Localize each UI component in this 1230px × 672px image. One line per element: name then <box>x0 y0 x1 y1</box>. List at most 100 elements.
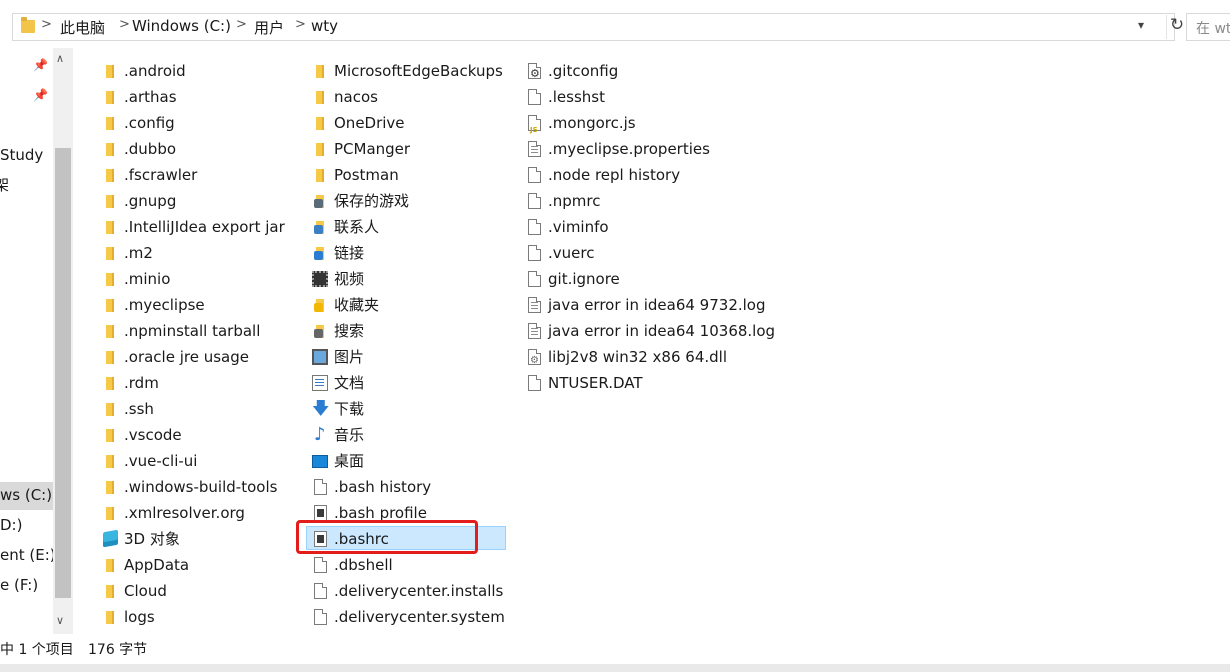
file-item-onedrive[interactable]: OneDrive <box>312 110 512 136</box>
file-item-cloud[interactable]: Cloud <box>102 578 302 604</box>
pin-icon[interactable]: 📌 <box>33 88 48 102</box>
address-box[interactable]: > 此电脑 > Windows (C:) > 用户 > wty ▾ ↻ <box>12 13 1184 41</box>
file-name: nacos <box>334 88 378 106</box>
folder-icon <box>102 271 118 287</box>
search-placeholder: 在 wty <box>1196 21 1230 37</box>
file-item-android[interactable]: .android <box>102 58 302 84</box>
file-name: .myeclipse <box>124 296 205 314</box>
pin-icon[interactable]: 📌 <box>33 58 48 72</box>
file-item-config[interactable]: .config <box>102 110 302 136</box>
file-item-logs[interactable]: logs <box>102 604 302 630</box>
folder-icon <box>102 219 118 235</box>
file-item-ssh[interactable]: .ssh <box>102 396 302 422</box>
file-item-dbshell[interactable]: .dbshell <box>312 552 512 578</box>
nav-item-partial[interactable]: 架 <box>0 174 9 195</box>
file-icon <box>528 219 541 235</box>
file-name: .rdm <box>124 374 159 392</box>
file-item-item-9[interactable]: 收藏夹 <box>312 292 512 318</box>
downloads-icon <box>312 396 329 422</box>
refresh-icon[interactable]: ↻ <box>1166 15 1187 39</box>
file-item-java-error-in-idea64-10368-log[interactable]: java error in idea64 10368.log <box>526 318 775 344</box>
file-name: .fscrawler <box>124 166 198 184</box>
file-item-ntuser-dat[interactable]: NTUSER.DAT <box>526 370 726 396</box>
chevron-right-icon[interactable]: > <box>236 17 247 32</box>
breadcrumb-this-pc[interactable]: 此电脑 <box>60 17 105 38</box>
file-item-xmlresolver-org[interactable]: .xmlresolver.org <box>102 500 302 526</box>
file-item-item-11[interactable]: 图片 <box>312 344 512 370</box>
file-item-minio[interactable]: .minio <box>102 266 302 292</box>
breadcrumb-drive-c[interactable]: Windows (C:) <box>132 17 231 35</box>
file-item-item-6[interactable]: 联系人 <box>312 214 512 240</box>
file-item-libj2v8-win32-x86-64-dll[interactable]: libj2v8 win32 x86 64.dll <box>526 344 727 374</box>
file-item-item-7[interactable]: 链接 <box>312 240 512 266</box>
file-name: MicrosoftEdgeBackups <box>334 62 503 80</box>
nav-item-drive-e[interactable]: ent (E:) <box>0 546 54 564</box>
navigation-pane: 📌 📌 Study 架 ws (C:) D:) ent (E:) e (F:) <box>0 48 54 634</box>
file-name: NTUSER.DAT <box>548 374 643 392</box>
file-item-microsoftedgebackups[interactable]: MicrosoftEdgeBackups <box>312 58 512 84</box>
file-item-item-10[interactable]: 搜索 <box>312 318 512 344</box>
file-item-item-13[interactable]: 下载 <box>312 396 512 422</box>
file-item-item-14[interactable]: 音乐 <box>312 422 512 448</box>
file-item-viminfo[interactable]: .viminfo <box>526 214 726 240</box>
folder-icon <box>102 297 118 313</box>
file-item-pcmanger[interactable]: PCManger <box>312 136 512 162</box>
file-icon <box>528 193 541 209</box>
file-item-gnupg[interactable]: .gnupg <box>102 188 302 214</box>
file-name: .xmlresolver.org <box>124 504 245 522</box>
file-item-3d[interactable]: 3D 对象 <box>102 526 302 552</box>
file-item-postman[interactable]: Postman <box>312 162 512 188</box>
file-item-java-error-in-idea64-9732-log[interactable]: java error in idea64 9732.log <box>526 292 766 318</box>
folder-icon <box>312 63 328 79</box>
file-item-deliverycenter-system[interactable]: .deliverycenter.system <box>312 604 512 630</box>
file-item-appdata[interactable]: AppData <box>102 552 302 578</box>
file-item-bash-history[interactable]: .bash history <box>312 474 512 500</box>
chevron-right-icon[interactable]: > <box>41 17 52 32</box>
scroll-down-icon[interactable]: ∨ <box>56 614 64 627</box>
file-item-m2[interactable]: .m2 <box>102 240 302 266</box>
file-item-lesshst[interactable]: .lesshst <box>526 84 726 110</box>
nav-item-drive-d[interactable]: D:) <box>0 516 22 534</box>
file-item-item-15[interactable]: 桌面 <box>312 448 512 474</box>
file-item-mongorc-js[interactable]: .mongorc.js <box>526 110 726 143</box>
scroll-up-icon[interactable]: ∧ <box>56 52 64 65</box>
config-file-icon <box>528 61 541 87</box>
file-item-myeclipse[interactable]: .myeclipse <box>102 292 302 318</box>
file-item-rdm[interactable]: .rdm <box>102 370 302 396</box>
nav-item-study[interactable]: Study <box>0 146 43 164</box>
file-item-intellijidea-export-jar[interactable]: .IntelliJIdea export jar <box>102 214 302 240</box>
file-name: 音乐 <box>334 426 365 444</box>
chevron-right-icon[interactable]: > <box>119 17 130 32</box>
nav-scrollbar[interactable]: ∧ ∨ <box>53 48 73 634</box>
file-item-vuerc[interactable]: .vuerc <box>526 240 726 266</box>
file-item-fscrawler[interactable]: .fscrawler <box>102 162 302 188</box>
file-item-item-8[interactable]: 视频 <box>312 266 512 292</box>
breadcrumb-wty[interactable]: wty <box>311 17 338 35</box>
file-item-dubbo[interactable]: .dubbo <box>102 136 302 162</box>
nav-item-drive-c[interactable]: ws (C:) <box>0 486 52 504</box>
file-item-gitconfig[interactable]: .gitconfig <box>526 58 726 87</box>
file-name: .gnupg <box>124 192 177 210</box>
address-dropdown-icon[interactable]: ▾ <box>1138 18 1144 32</box>
scrollbar-thumb[interactable] <box>55 148 71 598</box>
file-item-npminstall-tarball[interactable]: .npminstall tarball <box>102 318 302 344</box>
file-item-vue-cli-ui[interactable]: .vue-cli-ui <box>102 448 302 474</box>
file-item-git-ignore[interactable]: git.ignore <box>526 266 726 292</box>
chevron-right-icon[interactable]: > <box>295 17 306 32</box>
folder-icon <box>102 453 118 469</box>
file-item-myeclipse-properties[interactable]: .myeclipse.properties <box>526 136 726 162</box>
file-item-windows-build-tools[interactable]: .windows-build-tools <box>102 474 302 500</box>
search-input[interactable]: 在 wty <box>1186 13 1230 41</box>
file-item-arthas[interactable]: .arthas <box>102 84 302 110</box>
breadcrumb-users[interactable]: 用户 <box>254 17 284 38</box>
file-item-nacos[interactable]: nacos <box>312 84 512 110</box>
file-item-vscode[interactable]: .vscode <box>102 422 302 448</box>
file-item-deliverycenter-installs[interactable]: .deliverycenter.installs <box>312 578 512 604</box>
file-item-item-12[interactable]: 文档 <box>312 370 512 396</box>
nav-item-drive-f[interactable]: e (F:) <box>0 576 38 594</box>
file-item-npmrc[interactable]: .npmrc <box>526 188 726 214</box>
file-item-node-repl-history[interactable]: .node repl history <box>526 162 726 188</box>
links-icon <box>312 245 328 261</box>
file-item-item-5[interactable]: 保存的游戏 <box>312 188 512 214</box>
file-item-oracle-jre-usage[interactable]: .oracle jre usage <box>102 344 302 370</box>
